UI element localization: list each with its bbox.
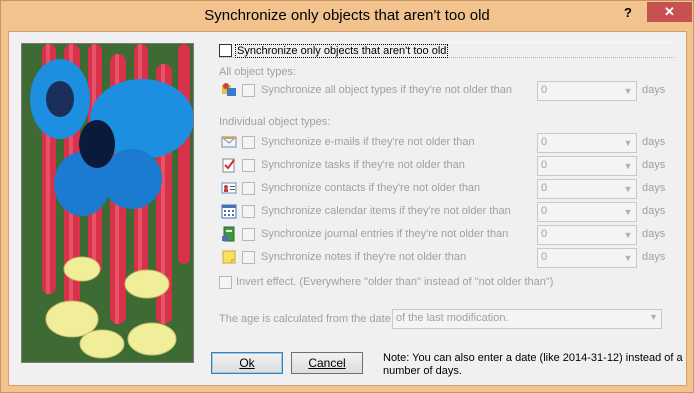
contacts-label: Synchronize contacts if they're not olde… bbox=[261, 182, 481, 194]
close-icon: ✕ bbox=[664, 4, 675, 19]
title-bar[interactable]: Synchronize only objects that aren't too… bbox=[1, 1, 693, 31]
all-types-icon bbox=[221, 82, 237, 98]
help-button[interactable]: ? bbox=[621, 5, 635, 21]
date-format-note: Note: You can also enter a date (like 20… bbox=[383, 352, 683, 377]
individual-heading: Individual object types: bbox=[219, 116, 331, 128]
butterfly-image bbox=[21, 43, 194, 363]
calendar-unit: days bbox=[642, 205, 666, 217]
tasks-label: Synchronize tasks if they're not older t… bbox=[261, 159, 465, 171]
chevron-down-icon: ▼ bbox=[623, 161, 633, 171]
all-types-days-combo[interactable]: 0 ▼ bbox=[537, 81, 637, 101]
emails-days-value: 0 bbox=[541, 136, 548, 148]
notes-unit: days bbox=[642, 251, 666, 263]
notes-checkbox[interactable] bbox=[242, 251, 255, 264]
main-option-row: Synchronize only objects that aren't too… bbox=[219, 42, 674, 58]
invert-label: Invert effect. (Everywhere "older than" … bbox=[236, 276, 554, 288]
calendar-label: Synchronize calendar items if they're no… bbox=[261, 205, 511, 217]
email-icon bbox=[221, 134, 237, 150]
calendar-days-value: 0 bbox=[541, 205, 548, 217]
dialog-window: Synchronize only objects that aren't too… bbox=[0, 0, 694, 393]
all-types-days-value: 0 bbox=[541, 84, 548, 96]
chevron-down-icon: ▼ bbox=[623, 138, 633, 148]
contacts-checkbox[interactable] bbox=[242, 182, 255, 195]
age-basis-value: of the last modification. bbox=[396, 312, 509, 324]
chevron-down-icon: ▼ bbox=[623, 230, 633, 240]
age-basis-combo[interactable]: of the last modification. ▼ bbox=[392, 309, 662, 329]
all-types-heading: All object types: bbox=[219, 66, 297, 78]
emails-days-combo[interactable]: 0 ▼ bbox=[537, 133, 637, 153]
ok-label: Ok bbox=[239, 356, 255, 370]
all-types-label: Synchronize all object types if they're … bbox=[261, 84, 512, 96]
journal-days-value: 0 bbox=[541, 228, 548, 240]
journal-checkbox[interactable] bbox=[242, 228, 255, 241]
age-basis-label: The age is calculated from the date bbox=[219, 313, 391, 325]
emails-unit: days bbox=[642, 136, 666, 148]
dialog-body: Synchronize only objects that aren't too… bbox=[8, 31, 687, 386]
note-icon bbox=[221, 249, 237, 265]
tasks-checkbox[interactable] bbox=[242, 159, 255, 172]
chevron-down-icon: ▼ bbox=[623, 184, 633, 194]
calendar-checkbox[interactable] bbox=[242, 205, 255, 218]
chevron-down-icon: ▼ bbox=[623, 86, 633, 96]
journal-icon bbox=[221, 226, 237, 242]
calendar-days-combo[interactable]: 0 ▼ bbox=[537, 202, 637, 222]
tasks-days-value: 0 bbox=[541, 159, 548, 171]
contacts-days-combo[interactable]: 0 ▼ bbox=[537, 179, 637, 199]
emails-checkbox[interactable] bbox=[242, 136, 255, 149]
ok-button[interactable]: Ok bbox=[211, 352, 283, 374]
journal-days-combo[interactable]: 0 ▼ bbox=[537, 225, 637, 245]
invert-checkbox[interactable] bbox=[219, 276, 232, 289]
tasks-days-combo[interactable]: 0 ▼ bbox=[537, 156, 637, 176]
main-option-label[interactable]: Synchronize only objects that aren't too… bbox=[235, 44, 449, 58]
notes-days-combo[interactable]: 0 ▼ bbox=[537, 248, 637, 268]
all-types-unit: days bbox=[642, 84, 666, 96]
main-option-checkbox[interactable] bbox=[219, 44, 232, 57]
task-icon bbox=[221, 157, 237, 173]
journal-unit: days bbox=[642, 228, 666, 240]
notes-days-value: 0 bbox=[541, 251, 548, 263]
tasks-unit: days bbox=[642, 159, 666, 171]
cancel-label: Cancel bbox=[308, 356, 346, 370]
contact-icon bbox=[221, 180, 237, 196]
cancel-button[interactable]: Cancel bbox=[291, 352, 363, 374]
emails-label: Synchronize e-mails if they're not older… bbox=[261, 136, 475, 148]
chevron-down-icon: ▼ bbox=[649, 312, 658, 322]
notes-label: Synchronize notes if they're not older t… bbox=[261, 251, 467, 263]
calendar-icon bbox=[221, 203, 237, 219]
contacts-days-value: 0 bbox=[541, 182, 548, 194]
window-title: Synchronize only objects that aren't too… bbox=[204, 7, 490, 24]
contacts-unit: days bbox=[642, 182, 666, 194]
chevron-down-icon: ▼ bbox=[623, 207, 633, 217]
all-types-checkbox[interactable] bbox=[242, 84, 255, 97]
journal-label: Synchronize journal entries if they're n… bbox=[261, 228, 509, 240]
chevron-down-icon: ▼ bbox=[623, 253, 633, 263]
close-button[interactable]: ✕ bbox=[647, 2, 692, 22]
